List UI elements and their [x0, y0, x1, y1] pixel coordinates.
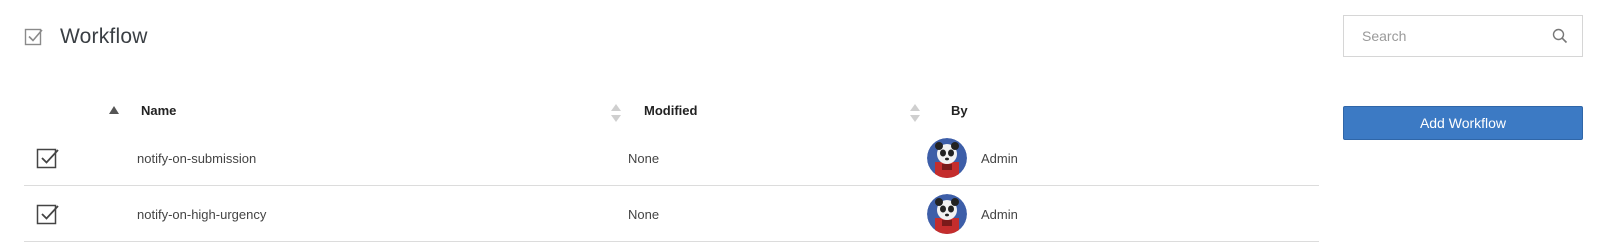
table-header: Name Modified By [24, 90, 1319, 130]
workflow-author: Admin [927, 186, 1018, 242]
author-name: Admin [981, 150, 1018, 166]
column-header-name[interactable]: Name [141, 90, 641, 130]
workflow-name[interactable]: notify-on-high-urgency [137, 186, 266, 242]
workflow-modified: None [628, 206, 660, 222]
column-header-modified[interactable]: Modified [644, 90, 944, 130]
avatar [927, 138, 967, 178]
checkbox-checked-icon [24, 27, 44, 47]
workflow-modified: None [628, 150, 660, 166]
sort-ascending-icon[interactable] [104, 90, 124, 130]
page-header: Workflow [24, 22, 148, 52]
table-row[interactable]: notify-on-submission None Admin [24, 130, 1319, 186]
workflow-table: Name Modified By notify-on-submission No… [24, 90, 1319, 242]
avatar [927, 194, 967, 234]
add-workflow-button[interactable]: Add Workflow [1343, 106, 1583, 140]
column-header-by[interactable]: By [951, 90, 1151, 130]
sort-toggle-icon[interactable] [610, 102, 622, 124]
page-title: Workflow [60, 25, 148, 48]
author-name: Admin [981, 206, 1018, 222]
search-icon[interactable] [1552, 28, 1568, 44]
sort-toggle-icon[interactable] [909, 102, 921, 124]
checkbox-checked-icon [36, 130, 60, 186]
search-input[interactable] [1360, 27, 1552, 45]
workflow-author: Admin [927, 130, 1018, 186]
checkbox-checked-icon [36, 186, 60, 242]
search-box [1343, 15, 1583, 57]
table-row[interactable]: notify-on-high-urgency None Admin [24, 186, 1319, 242]
workflow-name[interactable]: notify-on-submission [137, 130, 256, 186]
